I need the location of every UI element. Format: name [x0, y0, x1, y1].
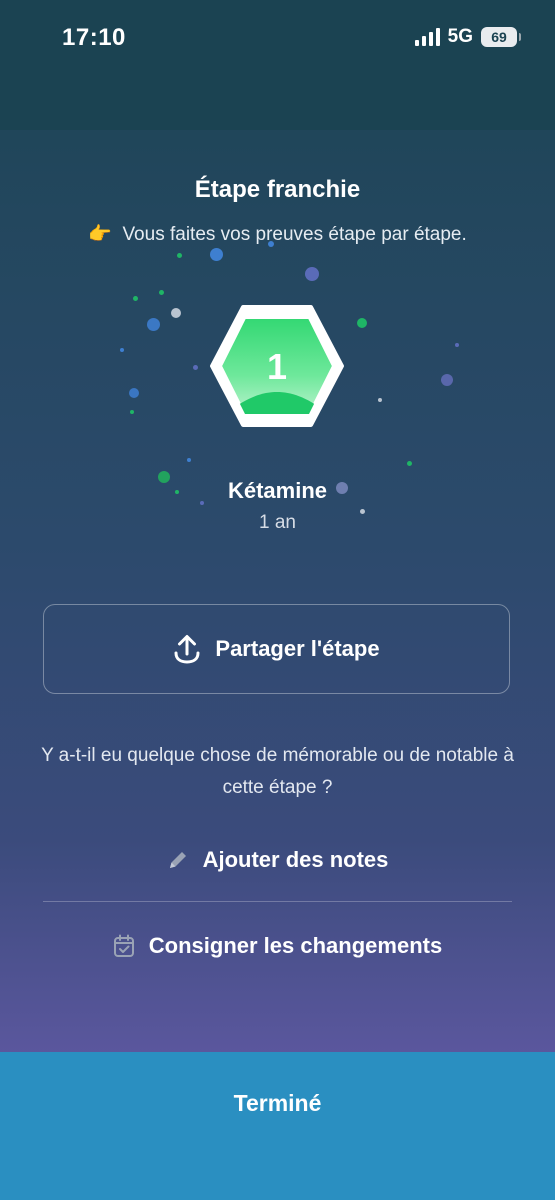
- share-milestone-button[interactable]: Partager l'étape: [43, 604, 510, 694]
- share-button-label: Partager l'étape: [215, 636, 380, 661]
- battery-icon: 69: [481, 27, 521, 47]
- status-time: 17:10: [62, 24, 126, 51]
- substance-name: Kétamine: [227, 478, 328, 503]
- status-indicators: 5G 69: [414, 26, 521, 48]
- add-notes-button[interactable]: Ajouter des notes: [43, 844, 512, 876]
- status-bar: 17:10 5G 69: [0, 0, 555, 130]
- add-notes-label: Ajouter des notes: [202, 847, 389, 872]
- pencil-icon: [169, 852, 186, 868]
- milestone-duration: 1 an: [259, 512, 296, 533]
- share-icon: [174, 635, 200, 664]
- done-button-label: Terminé: [233, 1090, 322, 1116]
- log-changes-button[interactable]: Consigner les changements: [43, 930, 512, 962]
- log-changes-label: Consigner les changements: [148, 933, 443, 958]
- subtitle-text: Vous faites vos preuves étape par étape.: [122, 224, 467, 245]
- calendar-check-icon: [113, 934, 134, 957]
- cellular-signal-icon: [414, 28, 440, 46]
- divider: [43, 901, 512, 902]
- memorable-question: Y a-t-il eu quelque chose de mémorable o…: [41, 745, 514, 798]
- page-title: Étape franchie: [194, 176, 361, 203]
- battery-level: 69: [491, 29, 507, 45]
- milestone-number: 1: [266, 346, 288, 387]
- pointing-hand-icon: 👉: [88, 224, 112, 245]
- page-subtitle: 👉 Vous faites vos preuves étape par étap…: [0, 222, 555, 246]
- done-button[interactable]: Terminé: [0, 1052, 555, 1200]
- network-type: 5G: [447, 26, 473, 47]
